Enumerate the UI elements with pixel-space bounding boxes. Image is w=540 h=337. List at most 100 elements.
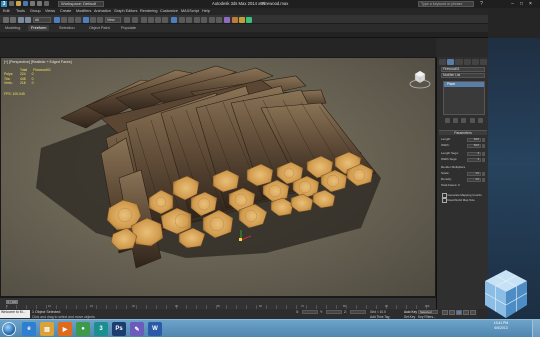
density-param[interactable]: Density: 1.0 xyxy=(441,177,487,182)
scale-icon[interactable] xyxy=(97,16,103,23)
system-clock[interactable]: 13:41 PM 6/6/2013 xyxy=(486,321,516,336)
play-icon[interactable] xyxy=(456,310,462,315)
menu-edit[interactable]: Edit xyxy=(3,9,10,13)
tab-selection[interactable]: Selection xyxy=(56,25,78,31)
add-time-tag[interactable]: Add Time Tag xyxy=(370,315,389,319)
time-slider[interactable]: 0 / 100 0 10 20 30 40 50 60 70 80 90 100 xyxy=(0,297,436,309)
rotate-icon[interactable] xyxy=(90,16,96,23)
width-segs-param[interactable]: Width Segs: 4 xyxy=(441,157,487,162)
select-by-name-icon[interactable] xyxy=(61,16,67,23)
select-object-icon[interactable] xyxy=(54,16,60,23)
menu-tools[interactable]: Tools xyxy=(16,9,25,13)
set-key-button[interactable]: Set Key xyxy=(404,315,415,319)
menu-animation[interactable]: Animation xyxy=(94,9,111,13)
next-frame-icon[interactable] xyxy=(463,310,469,315)
menu-maxscript[interactable]: MAXScript xyxy=(181,9,199,13)
scale-param[interactable]: Scale: 1.0 xyxy=(441,171,487,176)
menu-views[interactable]: Views xyxy=(45,9,55,13)
selected-dropdown[interactable]: Selected xyxy=(418,310,438,314)
menu-graph-editors[interactable]: Graph Editors xyxy=(114,9,137,13)
stack-item[interactable]: Plane xyxy=(444,82,484,87)
go-to-start-icon[interactable] xyxy=(442,310,448,315)
x-coordinate-field[interactable] xyxy=(302,310,318,314)
snaps-toggle-icon[interactable] xyxy=(141,16,147,23)
link-icon[interactable] xyxy=(18,16,24,23)
app-icon[interactable]: W xyxy=(148,322,162,336)
align-icon[interactable] xyxy=(186,16,192,23)
search-input[interactable]: Type a keyword or phrase xyxy=(418,1,474,7)
save-file-icon[interactable] xyxy=(23,1,28,6)
viewcube-icon[interactable] xyxy=(409,68,431,90)
show-desktop-button[interactable] xyxy=(532,320,540,337)
undo-icon[interactable] xyxy=(3,16,9,23)
spinner-snap-icon[interactable] xyxy=(162,16,168,23)
display-tab-icon[interactable] xyxy=(471,59,479,65)
width-param[interactable]: Width: 64.0 xyxy=(441,143,487,148)
material-editor-icon[interactable] xyxy=(224,16,230,23)
modifier-list-dropdown[interactable]: Modifier List xyxy=(441,73,485,78)
tab-modeling[interactable]: Modeling xyxy=(2,25,23,31)
menu-rendering[interactable]: Rendering xyxy=(140,9,158,13)
app-icon[interactable]: e xyxy=(22,322,36,336)
named-selection-icon[interactable] xyxy=(171,16,177,23)
menu-modifiers[interactable]: Modifiers xyxy=(76,9,91,13)
app-icon[interactable]: ▶ xyxy=(58,322,72,336)
workspace-dropdown[interactable]: Workspace: Default xyxy=(58,1,104,7)
start-button[interactable] xyxy=(2,322,16,336)
auto-key-button[interactable]: Auto Key xyxy=(404,310,417,314)
menu-create[interactable]: Create xyxy=(60,9,71,13)
render-setup-icon[interactable] xyxy=(232,16,238,23)
app-icon[interactable]: ● xyxy=(76,322,90,336)
open-file-icon[interactable] xyxy=(16,1,21,6)
previous-frame-icon[interactable] xyxy=(449,310,455,315)
menu-help[interactable]: Help xyxy=(202,9,210,13)
firewood-model[interactable] xyxy=(1,58,436,297)
utilities-tab-icon[interactable] xyxy=(479,59,488,65)
y-coordinate-field[interactable] xyxy=(326,310,342,314)
new-file-icon[interactable] xyxy=(9,1,14,6)
tab-populate[interactable]: Populate xyxy=(118,25,139,31)
move-icon[interactable] xyxy=(83,16,89,23)
tab-object-paint[interactable]: Object Paint xyxy=(86,25,113,31)
window-crossing-icon[interactable] xyxy=(75,16,81,23)
graphite-toggle-icon[interactable] xyxy=(201,16,207,23)
go-to-end-icon[interactable] xyxy=(470,310,476,315)
remove-modifier-icon[interactable] xyxy=(469,118,475,123)
undo-icon[interactable] xyxy=(30,1,35,6)
curve-editor-icon[interactable] xyxy=(209,16,215,23)
project-folder-icon[interactable] xyxy=(44,1,49,6)
minimize-button[interactable]: – xyxy=(509,1,516,7)
modify-tab-icon[interactable] xyxy=(447,59,455,65)
rendered-frame-icon[interactable] xyxy=(239,16,245,23)
menu-group[interactable]: Group xyxy=(30,9,41,13)
app-logo-icon[interactable]: 3 xyxy=(1,1,7,7)
z-coordinate-field[interactable] xyxy=(350,310,366,314)
pin-stack-icon[interactable] xyxy=(444,118,450,123)
close-button[interactable]: × xyxy=(527,1,534,7)
length-param[interactable]: Length: 64.0 xyxy=(441,137,487,142)
motion-tab-icon[interactable] xyxy=(463,59,471,65)
schematic-view-icon[interactable] xyxy=(216,16,222,23)
real-world-map-checkbox[interactable]: Real-World Map Size xyxy=(442,198,475,203)
angle-snap-icon[interactable] xyxy=(148,16,154,23)
rectangle-selection-icon[interactable] xyxy=(68,16,74,23)
help-icon[interactable]: ? xyxy=(478,1,485,7)
parameters-rollout[interactable]: Parameters xyxy=(439,130,487,135)
app-icon[interactable]: 3 xyxy=(94,322,108,336)
key-filters-button[interactable]: Key Filters... xyxy=(418,315,436,319)
reference-coordinate-dropdown[interactable]: View xyxy=(105,16,121,23)
selection-filter-dropdown[interactable]: All xyxy=(33,16,51,23)
modifier-stack[interactable]: Plane xyxy=(443,81,485,115)
generate-mapping-checkbox[interactable]: Generate Mapping Coords. xyxy=(442,193,483,198)
app-icon[interactable]: ▤ xyxy=(40,322,54,336)
pivot-center-icon[interactable] xyxy=(124,16,130,23)
object-name-field[interactable]: Firewood01 xyxy=(441,67,485,72)
show-end-result-icon[interactable] xyxy=(453,118,459,123)
unlink-icon[interactable] xyxy=(25,16,31,23)
render-production-icon[interactable] xyxy=(246,16,252,23)
length-segs-param[interactable]: Length Segs: 4 xyxy=(441,151,487,156)
viewport-label[interactable]: [+] [Perspective] [Realistic + Edged Fac… xyxy=(4,60,72,64)
time-slider-handle[interactable]: 0 / 100 xyxy=(6,300,18,304)
percent-snap-icon[interactable] xyxy=(155,16,161,23)
create-tab-icon[interactable] xyxy=(439,59,447,65)
